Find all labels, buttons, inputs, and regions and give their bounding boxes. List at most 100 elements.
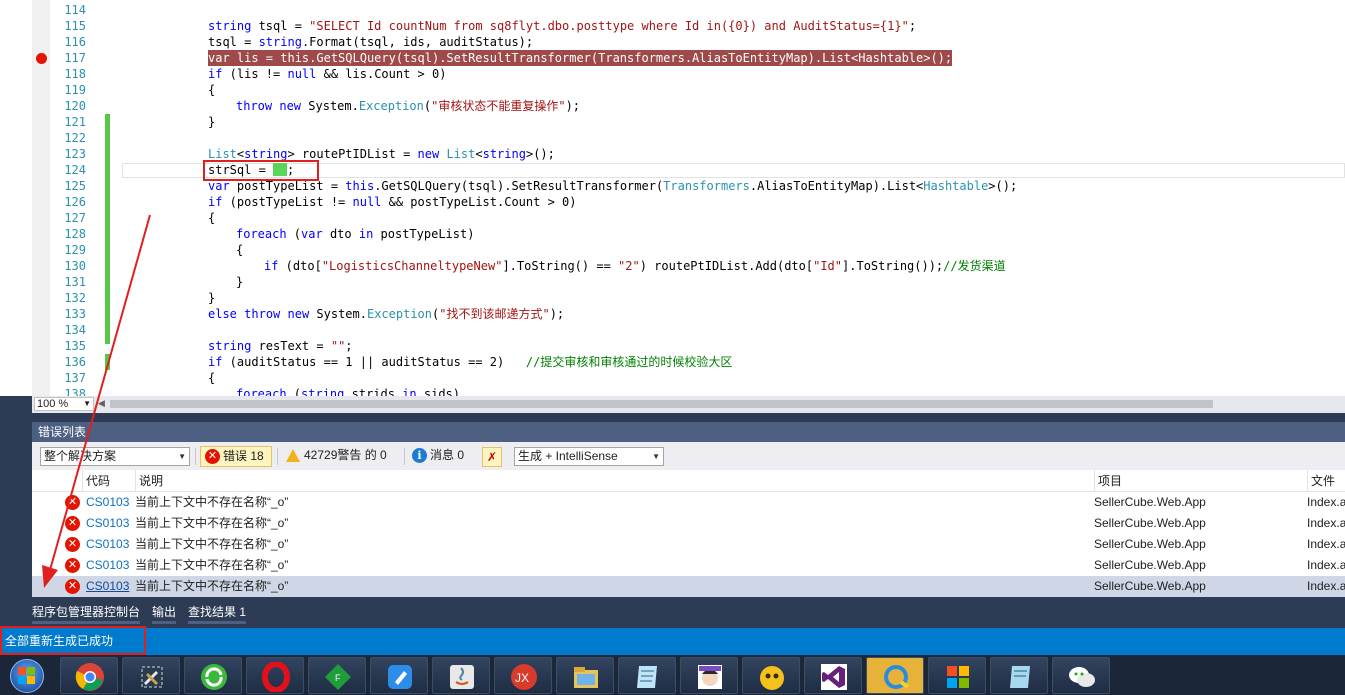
chevron-down-icon: ▼ (652, 452, 660, 461)
column-header-code[interactable]: 代码 (82, 470, 134, 492)
code-line-119[interactable]: { (208, 82, 215, 98)
info-icon: i (412, 448, 427, 463)
line-number: 118 (64, 67, 86, 81)
line-number: 126 (64, 195, 86, 209)
code-line-130[interactable]: if (dto["LogisticsChanneltypeNew"].ToStr… (264, 258, 1006, 274)
breakpoint-icon[interactable] (36, 53, 47, 64)
error-description: 当前上下文中不存在名称“_o” (135, 558, 289, 572)
qq-browser-icon[interactable] (866, 657, 924, 694)
column-header-file[interactable]: 文件 (1307, 470, 1345, 492)
visual-studio-window: 114 115 116 117 118 119 120 121 122 123 … (0, 0, 1345, 695)
annotation-box-code (203, 160, 319, 181)
code-line-117-breakpoint[interactable]: var lis = this.GetSQLQuery(tsql).SetResu… (208, 50, 953, 66)
notepad-icon[interactable] (618, 657, 676, 694)
horizontal-scrollbar[interactable] (110, 400, 1213, 408)
code-line-127[interactable]: { (208, 210, 215, 226)
error-icon: ✕ (65, 579, 80, 594)
error-file: Index.a (1307, 516, 1345, 530)
error-code-link[interactable]: CS0103 (86, 576, 129, 597)
code-line-125[interactable]: var postTypeList = this.GetSQLQuery(tsql… (208, 178, 1017, 194)
code-editor[interactable]: 114 115 116 117 118 119 120 121 122 123 … (0, 0, 1345, 396)
scope-dropdown[interactable]: 整个解决方案 ▼ (40, 447, 190, 466)
line-number: 117 (64, 51, 86, 65)
refresh-app-icon[interactable] (184, 657, 242, 694)
code-line-137[interactable]: { (208, 370, 215, 386)
filter-icon[interactable]: ✗ (482, 447, 502, 467)
jx-red-icon[interactable]: JX (494, 657, 552, 694)
tool-window-tabs: 程序包管理器控制台 输出 查找结果 1 (32, 600, 1345, 628)
error-file: Index.a (1307, 495, 1345, 509)
chevron-down-icon: ▼ (83, 399, 91, 408)
error-list-panel: 错误列表 整个解决方案 ▼ ✕ 错误 18 42729警告 的 0 i 消息 0 … (32, 422, 1345, 597)
messages-filter-button[interactable]: i 消息 0 (408, 446, 476, 467)
line-number: 127 (64, 211, 86, 225)
code-line-121[interactable]: } (208, 114, 215, 130)
code-line-135[interactable]: string resText = ""; (208, 338, 353, 354)
tab-package-manager-console[interactable]: 程序包管理器控制台 (32, 600, 141, 624)
colored-blocks-icon[interactable] (928, 657, 986, 694)
tab-find-results[interactable]: 查找结果 1 (188, 600, 247, 624)
line-number: 131 (64, 275, 86, 289)
column-header-project[interactable]: 项目 (1094, 470, 1306, 492)
code-line-120[interactable]: throw new System.Exception("审核状态不能重复操作")… (236, 98, 580, 114)
java-icon[interactable] (432, 657, 490, 694)
start-orb[interactable] (4, 657, 48, 693)
error-file: Index.a (1307, 579, 1345, 593)
scroll-left-icon[interactable]: ◀ (98, 398, 105, 409)
line-number: 122 (64, 131, 86, 145)
error-file: Index.a (1307, 537, 1345, 551)
line-number: 116 (64, 35, 86, 49)
file-explorer-icon[interactable] (556, 657, 614, 694)
build-intellisense-dropdown[interactable]: 生成 + IntelliSense ▼ (514, 447, 664, 466)
warnings-filter-button[interactable]: 42729警告 的 0 (282, 446, 402, 467)
error-row[interactable]: ✕ CS0103 当前上下文中不存在名称“_o” SellerCube.Web.… (32, 555, 1345, 576)
green-diamond-icon[interactable]: F (308, 657, 366, 694)
error-row[interactable]: ✕ CS0103 当前上下文中不存在名称“_o” SellerCube.Web.… (32, 534, 1345, 555)
tab-output[interactable]: 输出 (152, 600, 177, 624)
line-number: 129 (64, 243, 86, 257)
code-line-129[interactable]: { (236, 242, 243, 258)
annotation-box-status (0, 626, 146, 655)
error-grid: 代码 说明 项目 文件 ✕ CS0103 当前上下文中不存在名称“_o” Sel… (32, 470, 1345, 597)
error-code-link[interactable]: CS0103 (86, 492, 129, 513)
error-row[interactable]: ✕ CS0103 当前上下文中不存在名称“_o” SellerCube.Web.… (32, 513, 1345, 534)
windows-taskbar: F JX (0, 655, 1345, 695)
code-line-118[interactable]: if (lis != null && lis.Count > 0) (208, 66, 446, 82)
code-line-131[interactable]: } (236, 274, 243, 290)
error-code-link[interactable]: CS0103 (86, 534, 129, 555)
error-icon: ✕ (65, 516, 80, 531)
error-row[interactable]: ✕ CS0103 当前上下文中不存在名称“_o” SellerCube.Web.… (32, 492, 1345, 513)
errors-filter-button[interactable]: ✕ 错误 18 (200, 446, 272, 467)
pen-note-icon[interactable] (370, 657, 428, 694)
code-line-126[interactable]: if (postTypeList != null && postTypeList… (208, 194, 576, 210)
error-row-selected[interactable]: ✕ CS0103 当前上下文中不存在名称“_o” SellerCube.Web.… (32, 576, 1345, 597)
warning-icon (286, 449, 300, 462)
tools-icon[interactable] (122, 657, 180, 694)
line-number: 124 (64, 163, 86, 177)
change-marker (105, 114, 110, 178)
error-list-title[interactable]: 错误列表 (32, 422, 1345, 442)
notebook-icon[interactable] (990, 657, 1048, 694)
code-line-128[interactable]: foreach (var dto in postTypeList) (236, 226, 474, 242)
error-description: 当前上下文中不存在名称“_o” (135, 495, 289, 509)
wechat-icon[interactable] (1052, 657, 1110, 694)
avatar-app-icon[interactable] (680, 657, 738, 694)
code-line-132[interactable]: } (208, 290, 215, 306)
chrome-icon[interactable] (60, 657, 118, 694)
windows-logo-icon (18, 667, 36, 685)
yellow-app-icon[interactable] (742, 657, 800, 694)
error-code-link[interactable]: CS0103 (86, 513, 129, 534)
column-header-description[interactable]: 说明 (135, 470, 1093, 492)
zoom-dropdown[interactable]: 100 % ▼ (34, 397, 94, 411)
code-line-116[interactable]: tsql = string.Format(tsql, ids, auditSta… (208, 34, 533, 50)
opera-icon[interactable] (246, 657, 304, 694)
code-line-138[interactable]: foreach (string strids in sids) (236, 386, 460, 396)
code-line-115[interactable]: string tsql = "SELECT Id countNum from s… (208, 18, 916, 34)
error-code-link[interactable]: CS0103 (86, 555, 129, 576)
error-project: SellerCube.Web.App (1094, 516, 1206, 530)
line-number: 114 (64, 3, 86, 17)
visual-studio-icon[interactable] (804, 657, 862, 694)
code-line-133[interactable]: else throw new System.Exception("找不到该邮递方… (208, 306, 564, 322)
code-line-136[interactable]: if (auditStatus == 1 || auditStatus == 2… (208, 354, 732, 370)
chevron-down-icon: ▼ (178, 452, 186, 461)
